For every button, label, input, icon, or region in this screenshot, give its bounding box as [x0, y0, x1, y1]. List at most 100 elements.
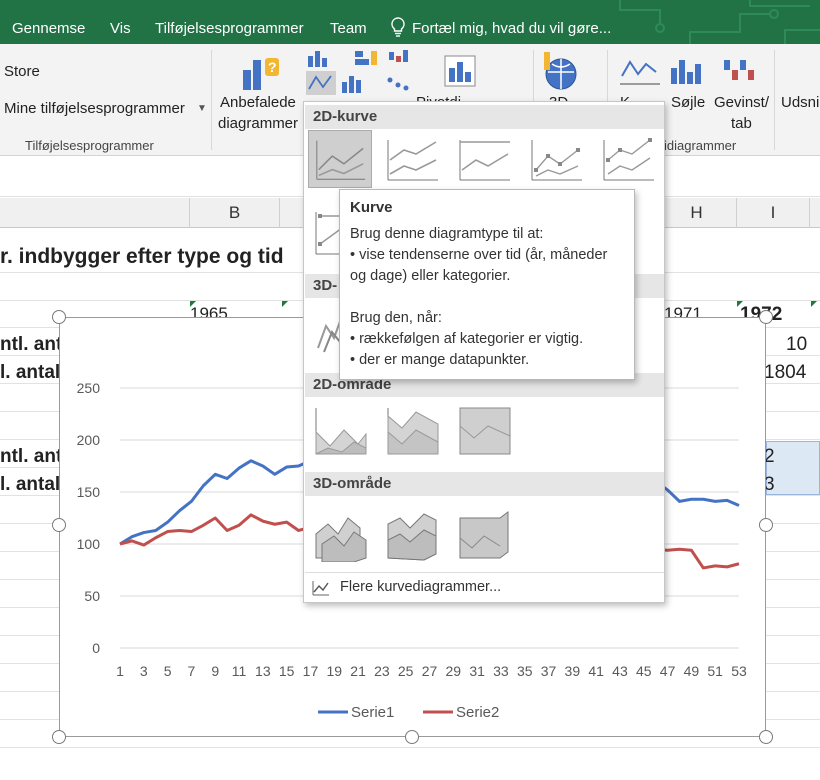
column-chart-icon[interactable]: [306, 48, 330, 68]
x-tick-label: 47: [660, 663, 676, 679]
x-tick-label: 19: [326, 663, 342, 679]
sparkline-column-icon[interactable]: [667, 54, 707, 86]
resize-handle[interactable]: [405, 730, 419, 744]
recommended-charts-label-2[interactable]: diagrammer: [218, 115, 298, 132]
x-tick-label: 45: [636, 663, 652, 679]
cell-value[interactable]: 10: [786, 334, 807, 356]
tooltip-line: • der er mange datapunkter.: [350, 352, 530, 368]
y-tick-label: 200: [77, 432, 101, 448]
stacked-line-thumb-icon[interactable]: [380, 130, 444, 188]
y-tick-label: 250: [77, 380, 101, 396]
store-button[interactable]: Store: [4, 63, 40, 80]
recommended-charts-icon[interactable]: ?: [241, 54, 283, 92]
row-label[interactable]: ntl. ant: [0, 334, 62, 356]
x-tick-label: 23: [374, 663, 390, 679]
percent-area-3d-thumb-icon[interactable]: [452, 504, 516, 562]
x-tick-label: 37: [541, 663, 557, 679]
map-3d-icon[interactable]: [540, 50, 582, 92]
x-tick-label: 49: [684, 663, 700, 679]
area-thumb-icon[interactable]: [308, 402, 372, 460]
sparkline-column-label[interactable]: Søjle: [671, 94, 705, 111]
tell-me-box[interactable]: Fortæl mig, hvad du vil gøre...: [412, 20, 611, 37]
svg-text:?: ?: [268, 59, 277, 75]
legend-label: Serie1: [351, 704, 394, 721]
x-tick-label: 43: [612, 663, 628, 679]
stacked-line-markers-thumb-icon[interactable]: [596, 130, 660, 188]
error-indicator: [737, 301, 743, 307]
column-header-a[interactable]: [0, 198, 190, 228]
column-header-i[interactable]: I: [737, 198, 810, 228]
line-thumb-icon[interactable]: [308, 130, 372, 188]
error-indicator: [190, 301, 196, 307]
lightbulb-icon: [391, 17, 405, 37]
chevron-down-icon[interactable]: ▼: [197, 103, 207, 114]
tab-review[interactable]: Gennemse: [12, 20, 85, 37]
x-tick-label: 1: [116, 663, 124, 679]
x-tick-label: 13: [255, 663, 271, 679]
area-3d-thumb-icon[interactable]: [308, 504, 372, 562]
x-tick-label: 5: [164, 663, 172, 679]
x-tick-label: 41: [588, 663, 604, 679]
tooltip-line: [350, 287, 624, 308]
tab-team[interactable]: Team: [330, 20, 367, 37]
scatter-chart-icon[interactable]: [384, 72, 414, 94]
stacked-area-3d-thumb-icon[interactable]: [380, 504, 444, 562]
pivot-chart-icon[interactable]: [441, 52, 483, 92]
x-tick-label: 53: [731, 663, 747, 679]
x-tick-label: 25: [398, 663, 414, 679]
section-3d-area: 3D-område: [305, 472, 664, 496]
error-indicator: [282, 301, 288, 307]
resize-handle[interactable]: [759, 310, 773, 324]
sparklines-group-label: idiagrammer: [664, 138, 737, 153]
cell-value[interactable]: 1804: [764, 362, 806, 384]
x-tick-label: 35: [517, 663, 533, 679]
sparkline-winloss-label-1[interactable]: Gevinst/: [714, 94, 769, 111]
statistic-chart-icon[interactable]: [340, 72, 372, 94]
ribbon-tab-bar: Gennemse Vis Tilføjelsesprogrammer Team …: [0, 0, 820, 44]
percent-line-thumb-icon[interactable]: [452, 130, 516, 188]
line-chart-small-icon: [312, 581, 329, 596]
resize-handle[interactable]: [52, 310, 66, 324]
x-tick-label: 33: [493, 663, 509, 679]
row-label[interactable]: l. antal: [0, 474, 60, 496]
sparkline-winloss-label-2[interactable]: tab: [731, 115, 752, 132]
tab-view[interactable]: Vis: [110, 20, 131, 37]
resize-handle[interactable]: [759, 518, 773, 532]
row-label[interactable]: ntl. ant: [0, 446, 62, 468]
sparkline-winloss-icon[interactable]: [720, 54, 760, 86]
hierarchy-chart-icon[interactable]: [353, 48, 381, 68]
divider: [211, 50, 212, 150]
x-tick-label: 3: [140, 663, 148, 679]
recommended-charts-label-1[interactable]: Anbefalede: [220, 94, 296, 111]
line-chart-icon[interactable]: [306, 71, 336, 95]
column-header-h[interactable]: H: [657, 198, 737, 228]
y-tick-label: 150: [77, 484, 101, 500]
tooltip-line: • rækkefølgen af kategorier er vigtig.: [350, 331, 584, 347]
resize-handle[interactable]: [52, 518, 66, 532]
x-tick-label: 9: [211, 663, 219, 679]
percent-area-thumb-icon[interactable]: [452, 402, 516, 460]
y-tick-label: 100: [77, 536, 101, 552]
y-tick-label: 0: [92, 640, 100, 656]
x-tick-label: 7: [188, 663, 196, 679]
more-line-charts-row[interactable]: Flere kurvediagrammer...: [305, 572, 664, 602]
slicer-label[interactable]: Udsni: [781, 94, 819, 111]
chart-type-tooltip: Kurve Brug denne diagramtype til at: • v…: [339, 189, 635, 380]
tab-addins[interactable]: Tilføjelsesprogrammer: [155, 20, 304, 37]
resize-handle[interactable]: [759, 730, 773, 744]
column-header-b[interactable]: B: [190, 198, 280, 228]
more-line-charts-link[interactable]: Flere kurvediagrammer...: [340, 579, 501, 595]
my-addins-button[interactable]: Mine tilføjelsesprogrammer: [4, 100, 185, 117]
error-indicator: [811, 301, 817, 307]
x-tick-label: 31: [469, 663, 485, 679]
x-tick-label: 11: [232, 663, 247, 679]
sparkline-line-icon[interactable]: [620, 54, 660, 86]
stacked-area-thumb-icon[interactable]: [380, 402, 444, 460]
resize-handle[interactable]: [52, 730, 66, 744]
sheet-title[interactable]: r. indbygger efter type og tid: [0, 245, 284, 269]
x-tick-label: 51: [707, 663, 723, 679]
waterfall-chart-icon[interactable]: [387, 48, 411, 68]
line-markers-thumb-icon[interactable]: [524, 130, 588, 188]
x-tick-label: 29: [446, 663, 462, 679]
row-label[interactable]: l. antal: [0, 362, 60, 384]
